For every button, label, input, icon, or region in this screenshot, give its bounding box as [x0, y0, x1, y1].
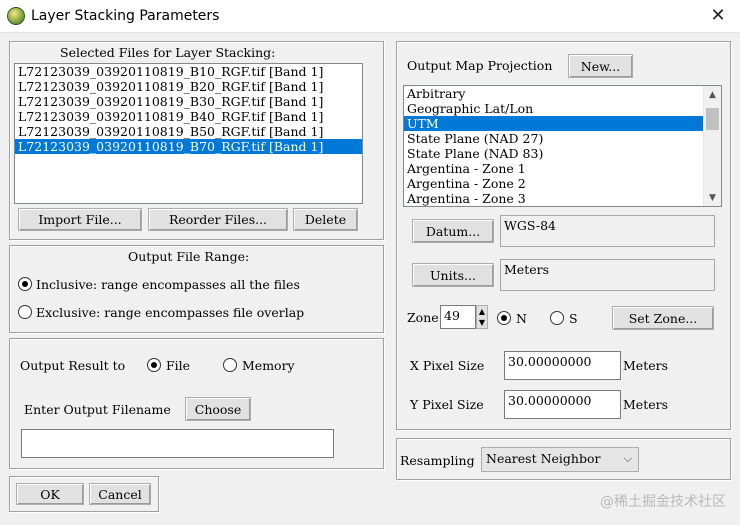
ok-button[interactable]: OK — [16, 483, 84, 505]
output-projection-label: Output Map Projection — [407, 58, 553, 73]
selected-files-heading: Selected Files for Layer Stacking: — [60, 45, 276, 60]
file-radio[interactable] — [147, 358, 161, 372]
projection-list-item[interactable]: Argentina - Zone 2 — [404, 176, 703, 191]
watermark: @稀土掘金技术社区 — [600, 494, 726, 510]
projection-list-item[interactable]: State Plane (NAD 27) — [404, 131, 703, 146]
file-label[interactable]: File — [166, 358, 190, 373]
zone-label: Zone — [407, 310, 439, 325]
resampling-select[interactable]: Nearest Neighbor ⌵ — [481, 447, 639, 472]
projection-list-item[interactable]: Argentina - Zone 3 — [404, 191, 703, 206]
units-button[interactable]: Units... — [412, 263, 494, 287]
choose-button[interactable]: Choose — [185, 397, 251, 421]
datum-button[interactable]: Datum... — [412, 219, 494, 243]
south-radio[interactable] — [550, 311, 564, 325]
projection-list-item[interactable]: Argentina - Zone 1 — [404, 161, 703, 176]
units-value: Meters — [500, 259, 715, 291]
file-list-item[interactable]: L72123039_03920110819_B50_RGF.tif [Band … — [15, 124, 362, 139]
north-label[interactable]: N — [516, 311, 527, 326]
projection-list-item[interactable]: State Plane (NAD 83) — [404, 146, 703, 161]
scroll-up-icon[interactable]: ▲ — [704, 90, 721, 100]
scroll-down-icon[interactable]: ▼ — [704, 193, 721, 203]
x-pixel-size-input[interactable]: 30.00000000 — [504, 351, 621, 380]
projection-list-item[interactable]: Geographic Lat/Lon — [404, 101, 703, 116]
memory-radio[interactable] — [223, 358, 237, 372]
projection-list-item[interactable]: Arbitrary — [404, 86, 703, 101]
file-list-item[interactable]: L72123039_03920110819_B10_RGF.tif [Band … — [15, 64, 362, 79]
file-list-item[interactable]: L72123039_03920110819_B40_RGF.tif [Band … — [15, 109, 362, 124]
datum-value: WGS-84 — [500, 215, 715, 247]
window-title: Layer Stacking Parameters — [31, 8, 220, 24]
south-label[interactable]: S — [569, 311, 578, 326]
y-pixel-units: Meters — [623, 397, 669, 412]
output-filename-input[interactable] — [21, 429, 334, 458]
file-list-item[interactable]: L72123039_03920110819_B30_RGF.tif [Band … — [15, 94, 362, 109]
import-file-button[interactable]: Import File... — [18, 208, 142, 231]
projection-list-item[interactable]: UTM — [404, 116, 703, 131]
selected-files-list[interactable]: L72123039_03920110819_B10_RGF.tif [Band … — [14, 63, 363, 204]
output-filename-label: Enter Output Filename — [24, 402, 171, 417]
stepper-down-icon[interactable]: ▼ — [477, 317, 487, 328]
output-result-label: Output Result to — [20, 358, 126, 373]
close-icon[interactable]: ✕ — [706, 4, 730, 28]
zone-input[interactable]: 49 — [440, 305, 476, 329]
y-pixel-size-input[interactable]: 30.00000000 — [504, 390, 621, 419]
resampling-label: Resampling — [400, 453, 475, 468]
title-bar: Layer Stacking Parameters ✕ — [0, 0, 740, 33]
projection-list[interactable]: Arbitrary Geographic Lat/Lon UTM State Plan… — [403, 85, 722, 207]
inclusive-radio[interactable] — [18, 277, 32, 291]
stepper-up-icon[interactable]: ▲ — [477, 306, 487, 317]
output-range-heading: Output File Range: — [128, 249, 250, 264]
memory-label[interactable]: Memory — [242, 358, 295, 373]
x-pixel-size-label: X Pixel Size — [410, 358, 485, 373]
north-radio[interactable] — [497, 311, 511, 325]
file-list-item[interactable]: L72123039_03920110819_B20_RGF.tif [Band … — [15, 79, 362, 94]
inclusive-label[interactable]: Inclusive: range encompasses all the fil… — [36, 277, 300, 292]
projection-list-scrollbar[interactable]: ▲ ▼ — [703, 86, 721, 206]
resampling-value: Nearest Neighbor — [486, 451, 601, 466]
new-projection-button[interactable]: New... — [568, 54, 633, 78]
cancel-button[interactable]: Cancel — [89, 483, 151, 505]
y-pixel-size-label: Y Pixel Size — [410, 397, 484, 412]
file-list-item[interactable]: L72123039_03920110819_B70_RGF.tif [Band … — [15, 139, 362, 154]
x-pixel-units: Meters — [623, 358, 669, 373]
zone-stepper[interactable]: ▲ ▼ — [476, 305, 488, 329]
envi-globe-icon — [7, 7, 25, 25]
chevron-down-icon: ⌵ — [623, 452, 632, 465]
reorder-files-button[interactable]: Reorder Files... — [148, 208, 288, 231]
set-zone-button[interactable]: Set Zone... — [612, 306, 714, 330]
delete-button[interactable]: Delete — [293, 208, 358, 231]
exclusive-radio[interactable] — [18, 305, 32, 319]
exclusive-label[interactable]: Exclusive: range encompasses file overla… — [36, 305, 304, 320]
scroll-thumb[interactable] — [706, 108, 719, 130]
